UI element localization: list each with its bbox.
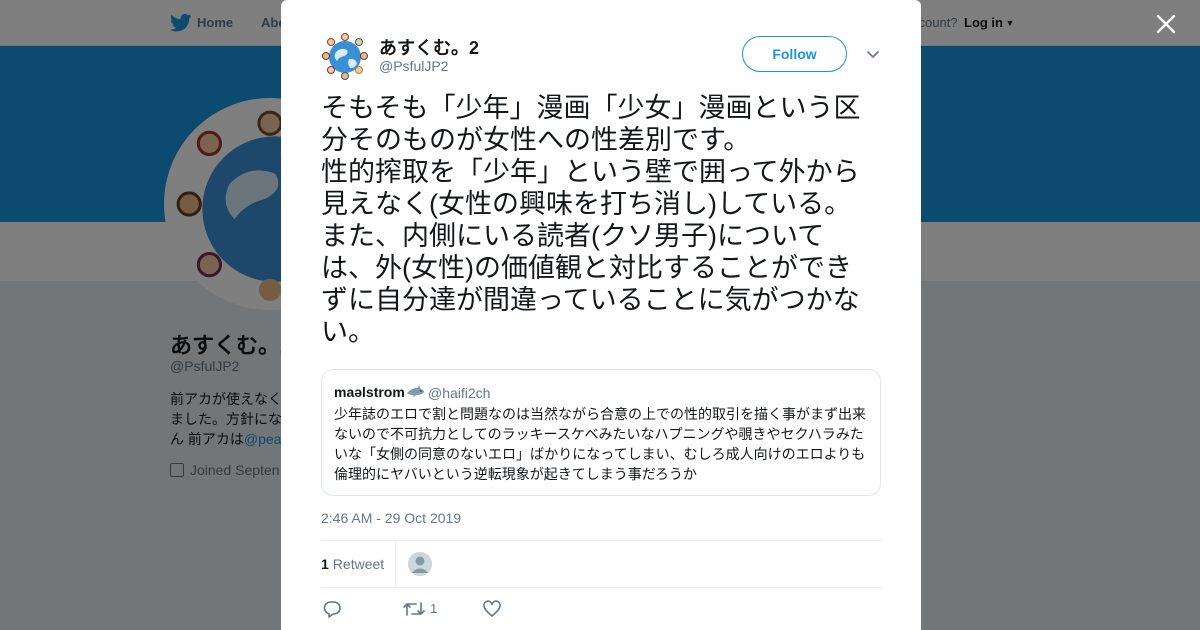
tweet-text-line: 分そのものが女性への性差別です。 xyxy=(321,125,751,155)
globe-people-avatar-image xyxy=(321,32,369,80)
retweet-icon[interactable] xyxy=(402,600,426,618)
tweet-text-line: 見えなく(女性の興味を打ち消し)している。 xyxy=(321,189,852,219)
quoted-text-line: いな「女側の同意のないエロ」ばかりになってしまい、むしろ成人向けのエロよりも xyxy=(334,446,866,462)
follow-button[interactable]: Follow xyxy=(742,36,847,72)
retweet-count: 1 xyxy=(321,556,329,572)
author-name[interactable]: あすくむ。2 xyxy=(379,34,479,60)
author-avatar[interactable] xyxy=(321,32,369,80)
quoted-tweet-text: 少年誌のエロで割と問題なのは当然ながら合意の上での性的取引を描く事がまず出来 な… xyxy=(334,404,870,484)
tweet-text-line: は、外(女性)の価値観と対比することができ xyxy=(321,253,852,283)
reply-icon[interactable] xyxy=(323,600,341,618)
quoted-text-line: ないので不可抗力としてのラッキースケベみたいなハプニングや覗きやセクハラみた xyxy=(334,426,864,442)
tweet-text: そもそも「少年」漫画「少女」漫画という区 分そのものが女性への性差別です。 性的… xyxy=(321,92,886,348)
chevron-down-icon[interactable] xyxy=(865,46,881,62)
default-user-icon xyxy=(408,552,432,576)
quoted-text-line: 倫理的にヤバいという逆転現象が起きてしまう事だろうか xyxy=(334,466,697,482)
retweet-stat-label: Retweet xyxy=(332,556,385,572)
quoted-tweet-card[interactable]: maəlstrom @haifi2ch 少年誌のエロで割と問題なのは当然ながら合… xyxy=(321,369,881,496)
tweet-text-line: 性的搾取を「少年」という壁で囲って外から xyxy=(321,157,860,187)
tweet-modal: あすくむ。2 @PsfulJP2 Follow そもそも「少年」漫画「少女」漫画… xyxy=(281,0,921,630)
tweet-timestamp[interactable]: 2:46 AM - 29 Oct 2019 xyxy=(321,510,461,526)
retweeter-avatar[interactable] xyxy=(408,552,432,576)
heart-icon[interactable] xyxy=(483,600,501,618)
tweet-text-line: そもそも「少年」漫画「少女」漫画という区 xyxy=(321,93,861,123)
stats-separator xyxy=(395,541,396,587)
quoted-text-line: 少年誌のエロで割と問題なのは当然ながら合意の上での性的取引を描く事がまず出来 xyxy=(334,406,866,422)
close-icon[interactable] xyxy=(1155,13,1177,35)
retweet-stat[interactable]: 1 Retweet xyxy=(321,556,384,572)
divider xyxy=(321,587,881,588)
retweet-action-count: 1 xyxy=(430,601,438,616)
quoted-author-name: maəlstrom xyxy=(334,384,425,400)
tweet-text-line: ずに自分達が間違っていることに気がつかな xyxy=(321,285,860,315)
shark-emoji-icon xyxy=(406,385,424,397)
tweet-text-line: い。 xyxy=(321,317,375,347)
quoted-author-name-text: maəlstrom xyxy=(334,384,405,400)
author-handle[interactable]: @PsfulJP2 xyxy=(379,58,448,74)
divider xyxy=(321,540,881,541)
tweet-text-line: また、内側にいる読者(クソ男子)について xyxy=(321,221,825,251)
quoted-author-handle: @haifi2ch xyxy=(428,385,491,401)
